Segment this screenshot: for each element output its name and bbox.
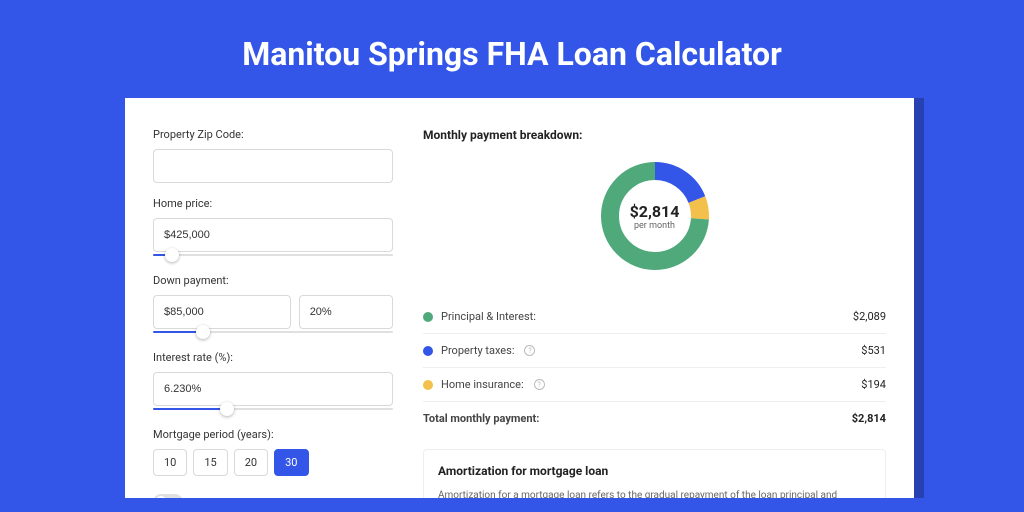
slider-thumb[interactable]: [220, 402, 234, 416]
mortgage-period-option-20[interactable]: 20: [234, 449, 268, 476]
down-payment-percent-input[interactable]: [299, 295, 393, 329]
donut-center: $2,814 per month: [595, 156, 715, 276]
legend-row: Property taxes:? $531: [423, 338, 886, 363]
down-payment-label: Down payment:: [153, 274, 393, 287]
amortization-title: Amortization for mortgage loan: [438, 464, 871, 478]
divider: [423, 367, 886, 368]
home-price-group: Home price:: [153, 197, 393, 260]
home-price-label: Home price:: [153, 197, 393, 210]
donut-chart-wrap: $2,814 per month: [423, 156, 886, 276]
mortgage-period-option-15[interactable]: 15: [193, 449, 227, 476]
total-label: Total monthly payment:: [423, 412, 539, 425]
veteran-label: I am veteran or military: [193, 496, 305, 499]
legend-value: $2,089: [853, 310, 886, 323]
amortization-text: Amortization for a mortgage loan refers …: [438, 488, 871, 498]
legend-value: $194: [861, 378, 886, 391]
mortgage-period-options: 1015 2030: [153, 449, 393, 476]
donut-sub: per month: [634, 221, 675, 231]
legend-row: Principal & Interest: $2,089: [423, 304, 886, 329]
calculator-panel: Property Zip Code: Home price: Down paym…: [125, 98, 914, 498]
mortgage-period-option-30[interactable]: 30: [274, 449, 308, 476]
slider-thumb[interactable]: [196, 325, 210, 339]
veteran-toggle[interactable]: [153, 494, 183, 498]
down-payment-group: Down payment:: [153, 274, 393, 337]
slider-thumb[interactable]: [165, 248, 179, 262]
donut-chart: $2,814 per month: [595, 156, 715, 276]
donut-amount: $2,814: [630, 202, 680, 221]
down-payment-slider[interactable]: [153, 327, 393, 337]
panel-shadow: Property Zip Code: Home price: Down paym…: [125, 98, 924, 498]
info-icon[interactable]: ?: [524, 345, 535, 356]
divider: [423, 401, 886, 402]
total-row: Total monthly payment: $2,814: [423, 406, 886, 431]
legend-row: Home insurance:? $194: [423, 372, 886, 397]
legend-value: $531: [861, 344, 886, 357]
amortization-card: Amortization for mortgage loan Amortizat…: [423, 449, 886, 498]
home-price-input[interactable]: [153, 218, 393, 252]
zip-group: Property Zip Code:: [153, 128, 393, 183]
zip-input[interactable]: [153, 149, 393, 183]
interest-rate-label: Interest rate (%):: [153, 351, 393, 364]
legend-label: Home insurance:: [441, 378, 524, 391]
veteran-row: I am veteran or military: [153, 494, 393, 498]
divider: [423, 333, 886, 334]
results-column: Monthly payment breakdown: $2,814 per mo…: [423, 128, 886, 468]
interest-rate-group: Interest rate (%):: [153, 351, 393, 414]
page-title: Manitou Springs FHA Loan Calculator: [0, 0, 1024, 98]
breakdown-title: Monthly payment breakdown:: [423, 128, 886, 142]
legend-list: Principal & Interest: $2,089 Property taxe…: [423, 304, 886, 397]
mortgage-period-option-10[interactable]: 10: [153, 449, 187, 476]
total-value: $2,814: [852, 412, 886, 425]
mortgage-period-group: Mortgage period (years): 1015 2030: [153, 428, 393, 476]
legend-dot: [423, 380, 433, 390]
down-payment-input[interactable]: [153, 295, 291, 329]
legend-label: Property taxes:: [441, 344, 514, 357]
info-icon[interactable]: ?: [534, 379, 545, 390]
legend-label: Principal & Interest:: [441, 310, 536, 323]
legend-dot: [423, 346, 433, 356]
interest-rate-slider[interactable]: [153, 404, 393, 414]
zip-label: Property Zip Code:: [153, 128, 393, 141]
mortgage-period-label: Mortgage period (years):: [153, 428, 393, 441]
interest-rate-input[interactable]: [153, 372, 393, 406]
legend-dot: [423, 312, 433, 322]
home-price-slider[interactable]: [153, 250, 393, 260]
form-column: Property Zip Code: Home price: Down paym…: [153, 128, 393, 468]
